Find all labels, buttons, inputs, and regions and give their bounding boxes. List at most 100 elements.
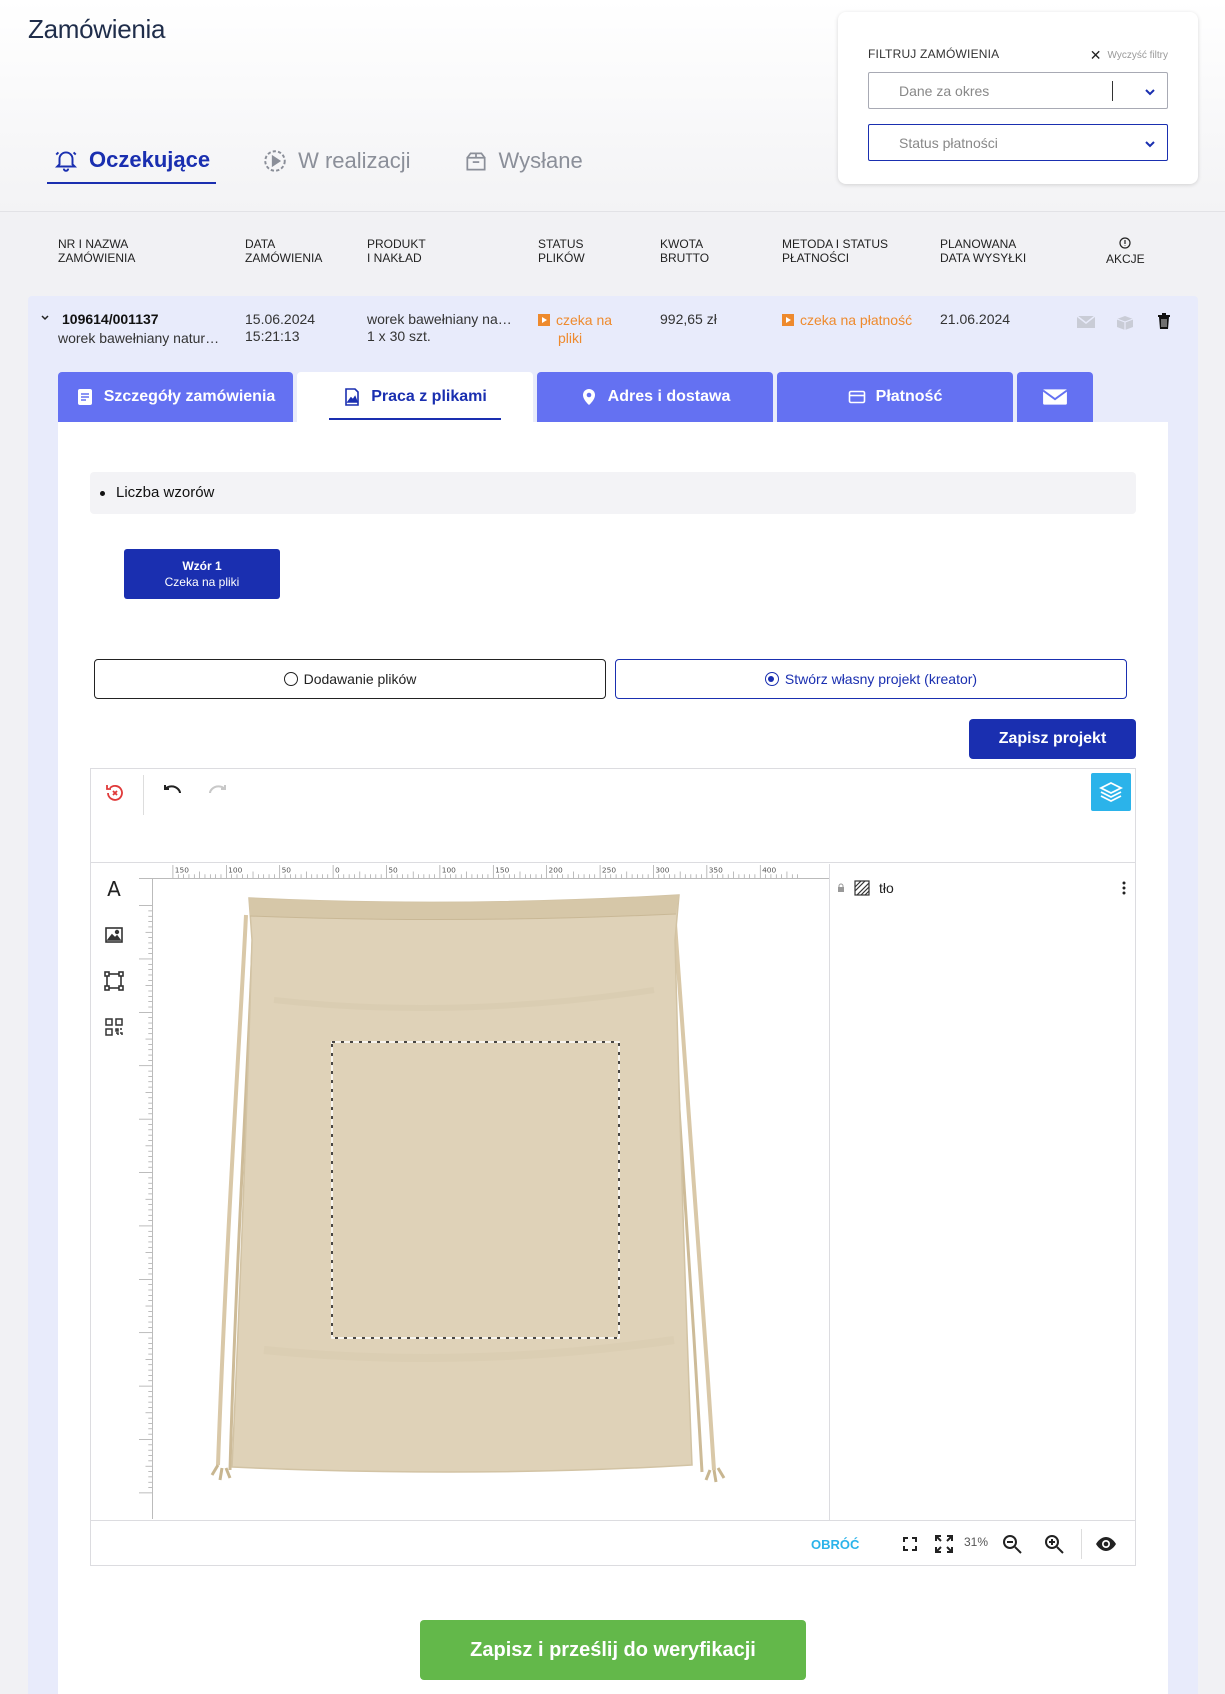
column-header-payment: METODA I STATUS PŁATNOŚCI [782, 237, 889, 265]
designs-count-bar: Liczba wzorów [90, 472, 1136, 514]
tab-messages[interactable] [1017, 372, 1093, 422]
panel-divider [829, 864, 830, 1520]
chevron-down-icon [1145, 89, 1155, 96]
zoom-in-icon[interactable] [1043, 1533, 1065, 1555]
preview-eye-icon[interactable] [1095, 1533, 1117, 1555]
package-icon[interactable] [1115, 314, 1135, 330]
envelope-icon[interactable] [1076, 314, 1096, 330]
option-upload-files-label: Dodawanie plików [303, 671, 417, 687]
editor-toolbar [91, 769, 1135, 863]
undo-icon[interactable] [161, 781, 185, 805]
image-file-icon [345, 388, 359, 406]
option-creator[interactable]: Stwórz własny projekt (kreator) [615, 659, 1127, 699]
filters-card: FILTRUJ ZAMÓWIENIA ✕ Wyczyść filtry Dane… [838, 12, 1198, 184]
layers-icon [1098, 781, 1124, 803]
ruler-label: 50 [282, 865, 292, 874]
trash-icon[interactable] [1156, 312, 1172, 330]
tab-address-delivery-label: Adres i dostawa [607, 388, 731, 405]
qr-code-tool-icon[interactable] [103, 1016, 125, 1038]
ship-date: 21.06.2024 [940, 311, 1011, 327]
file-status: czeka na pliki [538, 311, 612, 347]
page-header: Zamówienia Oczekujące W realizacji Wysła… [0, 0, 1225, 212]
radio-checked-icon [764, 672, 779, 686]
ruler-label: 250 [602, 865, 616, 874]
order-time: 15:21:13 [245, 328, 300, 344]
ruler-label: 150 [495, 865, 509, 874]
column-header-date: DATA ZAMÓWIENIA [245, 237, 323, 265]
ruler-label: 100 [228, 865, 242, 874]
layers-panel: tło [831, 864, 1135, 1520]
tab-pending[interactable]: Oczekujące [47, 138, 217, 184]
tab-file-work-label: Praca z plikami [371, 388, 487, 405]
save-project-button[interactable]: Zapisz projekt [969, 719, 1136, 759]
ruler-label: 100 [442, 865, 456, 874]
tab-shipped[interactable]: Wysłane [457, 138, 589, 184]
order-name: worek bawełniany natur… [58, 330, 220, 346]
package-icon [466, 152, 486, 171]
tab-order-details[interactable]: Szczegóły zamówienia [58, 372, 293, 422]
chevron-down-icon [1145, 141, 1155, 148]
lock-icon [838, 883, 844, 892]
design-canvas[interactable] [154, 880, 828, 1519]
order-number[interactable]: 109614/001137 [62, 310, 159, 328]
image-tool-icon[interactable] [103, 924, 125, 946]
clear-filters-button[interactable]: ✕ Wyczyść filtry [1090, 47, 1168, 64]
page-title: Zamówienia [28, 14, 166, 44]
text-tool-icon[interactable]: A [103, 878, 125, 900]
tab-file-work[interactable]: Praca z plikami [297, 372, 533, 422]
play-circle-icon [264, 150, 286, 172]
layer-name: tło [879, 880, 894, 896]
editor-tools: A [91, 864, 137, 1516]
layer-row-background[interactable]: tło [837, 878, 1127, 898]
ruler-label: 400 [762, 865, 776, 874]
map-pin-icon [582, 389, 595, 405]
ruler-label: 50 [388, 865, 398, 874]
option-creator-label: Stwórz własny projekt (kreator) [784, 671, 978, 687]
tab-shipped-label: Wysłane [498, 148, 583, 173]
ruler-label: 300 [655, 865, 669, 874]
zoom-out-icon[interactable] [1001, 1533, 1023, 1555]
payment-status: czeka na płatność [782, 311, 912, 329]
tab-order-details-label: Szczegóły zamówienia [103, 388, 276, 405]
ruler-label: 0 [335, 865, 340, 874]
product-quantity: 1 x 30 szt. [367, 328, 431, 344]
column-header-file-status: STATUS PLIKÓW [538, 237, 585, 265]
period-placeholder: Dane za okres [899, 83, 990, 99]
fit-screen-icon[interactable] [899, 1533, 921, 1555]
tab-address-delivery[interactable]: Adres i dostawa [537, 372, 773, 422]
design-1-button[interactable]: Wzór 1 Czeka na pliki [124, 549, 280, 599]
order-status-tabs: Oczekujące W realizacji Wysłane [47, 138, 629, 184]
tab-in-progress-label: W realizacji [298, 148, 411, 173]
more-vertical-icon[interactable] [1121, 879, 1127, 897]
bell-icon [54, 151, 78, 172]
fullscreen-icon[interactable] [933, 1533, 955, 1555]
toolbar-divider [143, 775, 144, 815]
submit-for-verification-button[interactable]: Zapisz i prześlij do weryfikacji [420, 1620, 806, 1680]
design-editor: A 150 100 50 0 50 100 150 200 250 300 350 400 [90, 768, 1136, 1566]
reset-icon[interactable] [103, 781, 127, 805]
envelope-icon [1042, 389, 1068, 405]
zoom-level: 31% [964, 1535, 989, 1549]
radio-unchecked-icon [283, 672, 298, 686]
ruler-label: 350 [709, 865, 723, 874]
select-separator [1112, 81, 1113, 101]
rotate-button[interactable]: OBRÓĆ [811, 1537, 859, 1552]
document-icon [77, 389, 92, 405]
chevron-down-icon[interactable] [40, 313, 50, 323]
ruler-label: 150 [175, 865, 189, 874]
period-select[interactable]: Dane za okres [868, 72, 1168, 109]
payment-status-select[interactable]: Status płatności [868, 124, 1168, 161]
column-header-order: NR I NAZWA ZAMÓWIENIA [58, 237, 136, 265]
status-flag-icon [782, 314, 794, 326]
order-amount: 992,65 zł [660, 311, 717, 327]
horizontal-ruler: 150 100 50 0 50 100 150 200 250 300 350 400 [139, 865, 829, 879]
layers-toggle-button[interactable] [1091, 773, 1131, 811]
tab-in-progress[interactable]: W realizacji [256, 138, 416, 184]
tab-payment[interactable]: Płatność [777, 372, 1013, 422]
payment-status-placeholder: Status płatności [899, 135, 998, 151]
option-upload-files[interactable]: Dodawanie plików [94, 659, 606, 699]
redo-icon[interactable] [205, 781, 229, 805]
shape-tool-icon[interactable] [103, 970, 125, 992]
tab-pending-label: Oczekujące [89, 147, 211, 172]
clear-filters-label: Wyczyść filtry [1107, 50, 1168, 61]
